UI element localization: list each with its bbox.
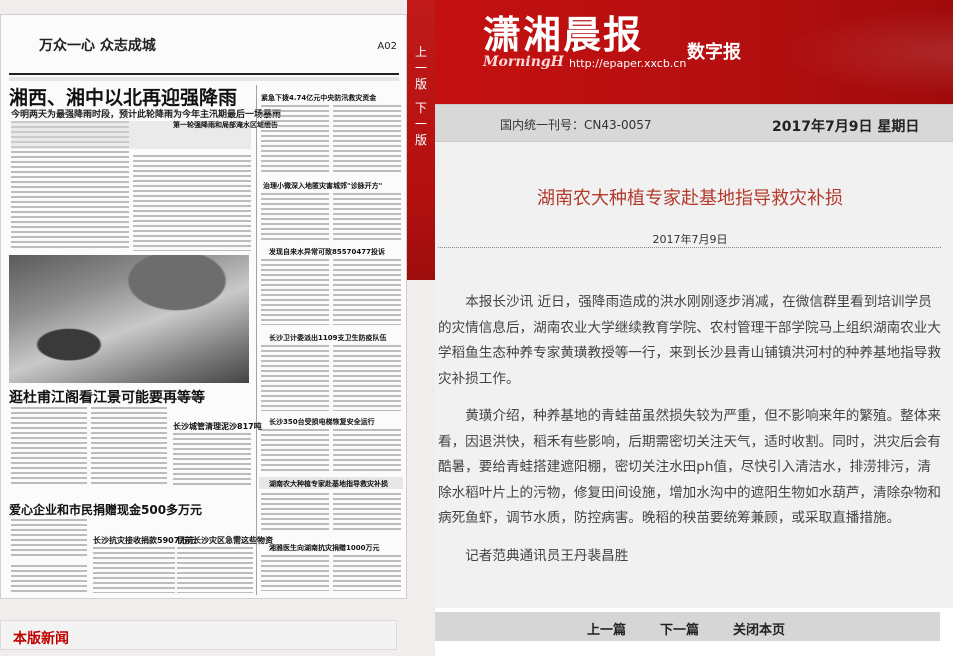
mid-title[interactable]: 长沙350台受损电梯恢复安全运行 xyxy=(269,417,375,427)
text-block[interactable] xyxy=(333,493,401,533)
newspaper-headline-third[interactable]: 爱心企业和市民捐赠现金500多万元 xyxy=(9,501,202,518)
newspaper-headline-main[interactable]: 湘西、湘中以北再迎强降雨 xyxy=(9,83,237,110)
mid-title[interactable]: 发现自来水异常可致85570477投诉 xyxy=(269,247,385,257)
text-block[interactable] xyxy=(11,565,87,593)
article-paragraph: 黄璜介绍，种养基地的青蛙苗虽然损失较为严重，但不影响来年的繁殖。整体来看，因退洪… xyxy=(438,408,941,526)
header-decoration xyxy=(753,0,953,104)
text-block[interactable] xyxy=(261,429,329,473)
text-block[interactable] xyxy=(261,105,329,173)
site-url: http://epaper.xxcb.cn xyxy=(569,57,687,70)
newspaper-photo[interactable] xyxy=(9,255,249,383)
article-byline: 记者范典通讯员王丹裴昌胜 xyxy=(465,547,629,564)
text-block[interactable] xyxy=(333,429,401,473)
mid-title[interactable]: 紧急下拨4.74亿元中央防汛救灾资金 xyxy=(261,93,376,103)
small-title[interactable]: 目前长沙灾区急需这些物资 xyxy=(177,535,273,546)
text-block[interactable] xyxy=(261,493,329,533)
newspaper-page-header: 万众一心 众志成城 A02 xyxy=(9,31,399,75)
text-block[interactable] xyxy=(91,407,167,487)
article-paragraph: 本报长沙讯 近日，强降雨造成的洪水刚刚逐步消减，在微信群里看到培训学员的灾情信息… xyxy=(438,294,941,387)
mid-title[interactable]: 湘雅医生向湖南抗灾捐赠1000万元 xyxy=(269,543,379,553)
mid-title-current[interactable]: 湖南农大种植专家赴基地指导救灾补损 xyxy=(269,479,388,489)
text-block[interactable] xyxy=(261,259,329,325)
text-block[interactable] xyxy=(333,555,401,591)
site-logo-english: MorningH xyxy=(483,54,564,70)
close-page-button[interactable]: 关闭本页 xyxy=(733,619,785,638)
this-page-news-label: 本版新闻 xyxy=(13,631,69,647)
newspaper-headline-second[interactable]: 逛杜甫江阁看江景可能要再等等 xyxy=(9,387,205,407)
mid-title[interactable]: 治理小微深入地匿灾害城郊"诊脉开方" xyxy=(263,181,382,191)
text-block[interactable] xyxy=(11,519,87,559)
article-panel: 湖南农大种植专家赴基地指导救灾补损 2017年7月9日 本报长沙讯 近日，强降雨… xyxy=(435,142,953,608)
newspaper-slogan: 万众一心 众志成城 xyxy=(39,38,156,54)
prev-page-char: 版 xyxy=(414,77,427,91)
column-divider xyxy=(256,85,257,595)
text-block[interactable] xyxy=(11,407,87,487)
text-block[interactable] xyxy=(261,193,329,241)
text-block[interactable] xyxy=(261,345,329,411)
next-page-link[interactable]: 下 一 版 xyxy=(407,100,435,148)
text-block[interactable] xyxy=(93,547,175,593)
article-nav-bar: 上一篇 下一篇 关闭本页 xyxy=(435,612,940,641)
next-page-char: 版 xyxy=(414,133,427,147)
next-page-char: 一 xyxy=(414,117,427,131)
newspaper-page-number: A02 xyxy=(377,41,397,52)
article-title: 湖南农大种植专家赴基地指导救灾补损 xyxy=(537,188,843,209)
text-block[interactable] xyxy=(333,193,401,241)
text-block[interactable] xyxy=(177,547,253,593)
prev-article-button[interactable]: 上一篇 xyxy=(587,619,626,638)
next-page-char: 下 xyxy=(414,101,427,115)
mid-title[interactable]: 长沙卫计委派出1109支卫生防疫队伍 xyxy=(269,333,386,343)
text-block[interactable] xyxy=(333,345,401,411)
this-page-news-tab[interactable]: 本版新闻 xyxy=(0,620,397,650)
next-article-button[interactable]: 下一篇 xyxy=(660,619,699,638)
issue-info-bar: 国内统一刊号：CN43-0057 2017年7月9日 星期日 xyxy=(435,104,953,142)
prev-page-char: 上 xyxy=(414,45,427,59)
text-block[interactable] xyxy=(133,155,251,251)
prev-page-link[interactable]: 上 一 版 xyxy=(407,44,435,92)
text-block[interactable] xyxy=(173,433,251,487)
issue-date: 2017年7月9日 星期日 xyxy=(772,119,920,135)
newspaper-panel: 万众一心 众志成城 A02 湘西、湘中以北再迎强降雨 今明两天为最强降雨时段，预… xyxy=(0,0,435,656)
page-switcher: 上 一 版 下 一 版 xyxy=(407,0,435,280)
prev-page-char: 一 xyxy=(414,61,427,75)
digital-edition-label: 数字报 xyxy=(687,42,741,63)
site-logo: 潇湘晨报 xyxy=(483,12,644,57)
small-title[interactable]: 长沙城管清理泥沙817吨 xyxy=(173,421,262,432)
article-date: 2017年7月9日 xyxy=(652,233,728,246)
article-body: 本报长沙讯 近日，强降雨造成的洪水刚刚逐步消减，在微信群里看到培训学员的灾情信息… xyxy=(438,290,941,569)
header-strip xyxy=(9,77,399,81)
text-block[interactable] xyxy=(261,555,329,591)
text-block[interactable] xyxy=(333,105,401,173)
site-header: 潇湘晨报 MorningH http://epaper.xxcb.cn 数字报 xyxy=(435,0,953,104)
newspaper-page-image[interactable]: 万众一心 众志成城 A02 湘西、湘中以北再迎强降雨 今明两天为最强降雨时段，预… xyxy=(0,14,407,599)
newspaper-subheadline-main: 今明两天为最强降雨时段，预计此轮降雨为今年主汛期最后一场暴雨 xyxy=(11,110,282,120)
publication-number: 国内统一刊号：CN43-0057 xyxy=(500,118,652,132)
text-block[interactable] xyxy=(333,259,401,325)
article-divider xyxy=(438,247,941,248)
